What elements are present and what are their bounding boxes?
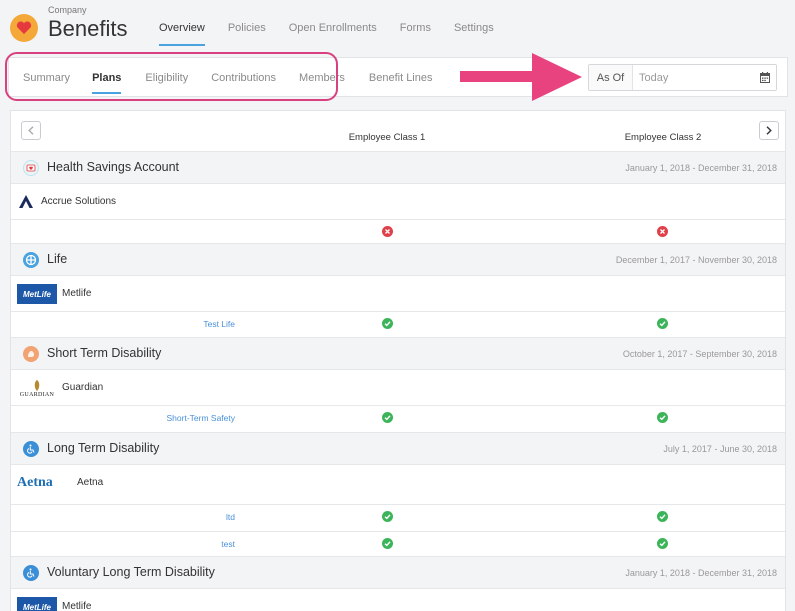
life-icon [23, 252, 39, 268]
as-of-label: As Of [589, 65, 633, 90]
prev-page-button[interactable] [21, 121, 41, 140]
carrier-row: Accrue Solutions [11, 183, 785, 219]
section-title: Long Term Disability [47, 441, 160, 455]
next-page-button[interactable] [759, 121, 779, 140]
section-dates: October 1, 2017 - September 30, 2018 [622, 349, 777, 359]
eligible-check-icon [657, 538, 668, 549]
wheelchair-icon [23, 441, 39, 457]
eligible-check-icon [382, 318, 393, 329]
metlife-logo: MetLife [17, 595, 57, 611]
column-header-row: Employee Class 1 Employee Class 2 [11, 111, 785, 151]
column-header-class-1: Employee Class 1 [348, 132, 426, 143]
not-eligible-icon [382, 226, 393, 237]
subtab-summary[interactable]: Summary [23, 72, 70, 94]
accrue-logo [17, 190, 35, 214]
carrier-row: MetLife Metlife [11, 275, 785, 311]
plan-link-test[interactable]: test [221, 539, 235, 549]
section-row-voluntary-long-term-disability[interactable]: Voluntary Long Term Disability January 1… [11, 556, 785, 588]
section-dates: December 1, 2017 - November 30, 2018 [615, 255, 777, 265]
carrier-row: MetLife Metlife [11, 588, 785, 611]
plan-link-test-life[interactable]: Test Life [203, 319, 235, 329]
subtab-plans[interactable]: Plans [92, 72, 122, 94]
page-title: Benefits [48, 16, 128, 41]
app-header: Company Benefits Overview Policies Open … [0, 0, 795, 48]
column-header-class-2: Employee Class 2 [624, 132, 702, 143]
eligible-check-icon [382, 511, 393, 522]
tab-forms[interactable]: Forms [400, 22, 431, 46]
section-row-life[interactable]: Life December 1, 2017 - November 30, 201… [11, 243, 785, 275]
carrier-name: Guardian [62, 382, 104, 393]
section-title: Voluntary Long Term Disability [47, 565, 215, 579]
eligible-check-icon [657, 318, 668, 329]
std-icon [23, 346, 39, 362]
metlife-logo: MetLife [17, 282, 57, 306]
wheelchair-icon [23, 565, 39, 581]
section-row-short-term-disability[interactable]: Short Term Disability October 1, 2017 - … [11, 337, 785, 369]
subtab-eligibility[interactable]: Eligibility [145, 72, 188, 94]
plan-row: Test Life [11, 311, 785, 335]
eligible-check-icon [382, 412, 393, 423]
as-of-date-input[interactable] [639, 70, 754, 85]
tab-settings[interactable]: Settings [454, 22, 494, 46]
tab-open-enrollments[interactable]: Open Enrollments [289, 22, 377, 46]
section-row-hsa[interactable]: Health Savings Account January 1, 2018 -… [11, 151, 785, 183]
carrier-row: GUARDIAN Guardian [11, 369, 785, 405]
plan-link-ltd[interactable]: ltd [226, 512, 235, 522]
not-eligible-icon [657, 226, 668, 237]
heart-icon [10, 14, 38, 42]
subtab-benefit-lines[interactable]: Benefit Lines [369, 72, 433, 94]
carrier-row: Aetna Aetna [11, 464, 785, 500]
plans-table: Employee Class 1 Employee Class 2 Health… [10, 110, 786, 611]
plan-row [11, 219, 785, 243]
carrier-name: Accrue Solutions [41, 196, 117, 207]
section-title: Short Term Disability [47, 346, 162, 360]
arrow-right-icon [460, 53, 582, 101]
plan-row: ltd [11, 504, 785, 528]
carrier-name: Metlife [62, 288, 92, 299]
section-dates: January 1, 2018 - December 31, 2018 [625, 568, 777, 578]
section-row-long-term-disability[interactable]: Long Term Disability July 1, 2017 - June… [11, 432, 785, 464]
tab-overview[interactable]: Overview [159, 22, 205, 46]
subtab-contributions[interactable]: Contributions [211, 72, 276, 94]
section-dates: July 1, 2017 - June 30, 2018 [663, 444, 777, 454]
hsa-icon [23, 160, 39, 176]
subtab-members[interactable]: Members [299, 72, 345, 94]
section-dates: January 1, 2018 - December 31, 2018 [625, 163, 777, 173]
carrier-name: Aetna [77, 477, 104, 488]
guardian-logo: GUARDIAN [17, 376, 57, 400]
section-title: Life [47, 252, 68, 266]
calendar-icon[interactable] [760, 72, 770, 83]
tab-policies[interactable]: Policies [228, 22, 266, 46]
sub-tabs: Summary Plans Eligibility Contributions … [23, 72, 433, 94]
carrier-name: Metlife [62, 601, 92, 611]
as-of-date-picker: As Of [588, 64, 777, 91]
company-label: Company [48, 5, 87, 15]
plan-link-short-term-safety[interactable]: Short-Term Safety [167, 413, 236, 423]
eligible-check-icon [657, 511, 668, 522]
top-nav: Overview Policies Open Enrollments Forms… [159, 22, 517, 46]
section-title: Health Savings Account [47, 160, 180, 174]
eligible-check-icon [657, 412, 668, 423]
chevron-right-icon [766, 126, 772, 135]
eligible-check-icon [382, 538, 393, 549]
chevron-left-icon [28, 126, 34, 135]
aetna-logo: Aetna [17, 475, 53, 490]
plan-row: Short-Term Safety [11, 405, 785, 429]
plan-row: test [11, 531, 785, 555]
